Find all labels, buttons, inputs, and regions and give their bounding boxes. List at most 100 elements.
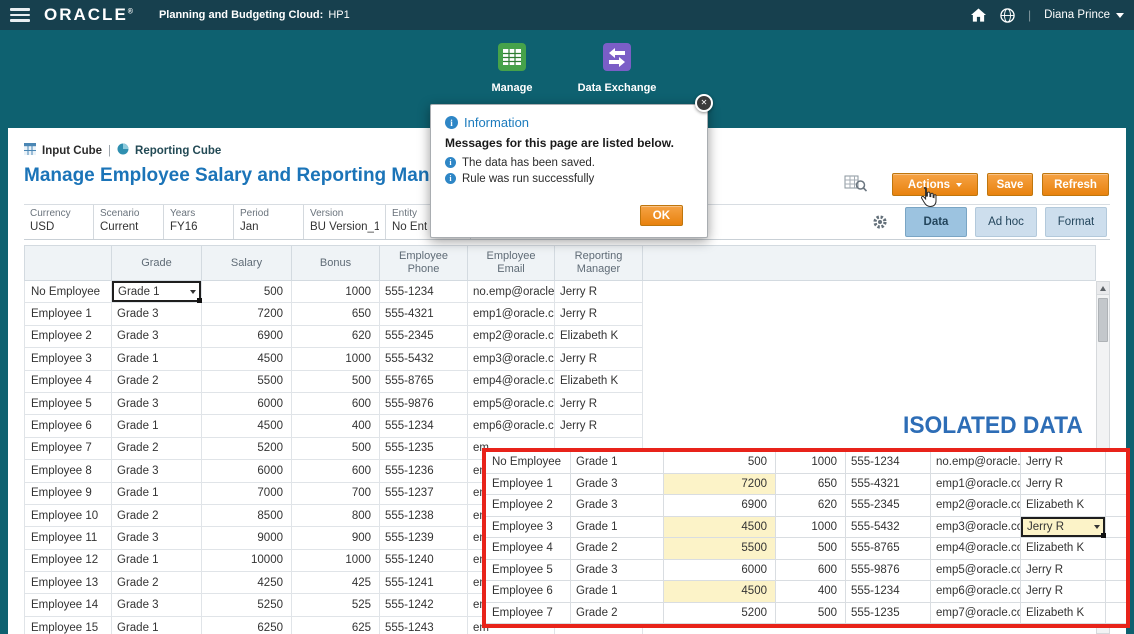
salary-cell[interactable]: 6000 [202,460,292,483]
close-icon[interactable] [695,94,713,112]
row-header-cell[interactable]: Employee 6 [24,415,112,438]
manager-cell[interactable]: Elizabeth K [555,325,643,349]
pov-member[interactable]: Version BU Version_1 [304,205,386,239]
bonus-cell[interactable]: 620 [292,325,380,349]
search-data-icon[interactable] [844,174,868,198]
manager-cell[interactable]: Jerry R [555,415,643,438]
manager-cell[interactable]: Jerry R [555,303,643,326]
save-button[interactable]: Save [987,173,1033,196]
gear-icon[interactable] [872,214,888,235]
row-header-cell[interactable]: Employee 15 [24,616,112,634]
phone-cell[interactable]: 555-1239 [380,527,468,550]
salary-cell[interactable]: 6900 [202,325,292,349]
grade-cell[interactable]: Grade 1 [112,415,202,438]
grade-cell[interactable]: Grade 1 [112,348,202,371]
grade-cell[interactable]: Grade 2 [112,504,202,528]
salary-cell[interactable]: 6000 [202,392,292,416]
grade-cell[interactable]: Grade 3 [112,527,202,550]
row-header-cell[interactable]: Employee 7 [24,437,112,461]
bonus-cell[interactable]: 1000 [292,549,380,573]
row-header-cell[interactable]: Employee 3 [24,348,112,371]
grade-cell[interactable]: Grade 1 [112,281,202,304]
manager-cell[interactable]: Elizabeth K [555,370,643,393]
salary-cell[interactable]: 6250 [202,616,292,634]
nav-item-data-exchange[interactable]: Data Exchange [567,42,667,94]
phone-cell[interactable]: 555-1236 [380,460,468,483]
phone-cell[interactable]: 555-1243 [380,616,468,634]
phone-cell[interactable]: 555-1242 [380,594,468,617]
hamburger-menu-icon[interactable] [10,5,30,25]
pov-member[interactable]: Period Jan [234,205,304,239]
phone-cell[interactable]: 555-1241 [380,572,468,595]
pov-member[interactable]: Scenario Current [94,205,164,239]
row-header-cell[interactable]: Employee 5 [24,392,112,416]
pov-member[interactable]: Years FY16 [164,205,234,239]
bonus-cell[interactable]: 500 [292,370,380,393]
nav-item-manage[interactable]: Manage [467,42,557,94]
grade-cell[interactable]: Grade 1 [112,482,202,505]
salary-cell[interactable]: 4500 [202,415,292,438]
phone-cell[interactable]: 555-1234 [380,281,468,304]
row-header-cell[interactable]: Employee 10 [24,504,112,528]
email-cell[interactable]: emp4@oracle.co [468,370,555,393]
refresh-button[interactable]: Refresh [1042,173,1109,196]
bonus-cell[interactable]: 625 [292,616,380,634]
grade-cell[interactable]: Grade 3 [112,594,202,617]
email-cell[interactable]: emp3@oracle.co [468,348,555,371]
email-cell[interactable]: emp2@oracle.co [468,325,555,349]
bonus-cell[interactable]: 1000 [292,348,380,371]
grade-cell[interactable]: Grade 3 [112,325,202,349]
grade-cell[interactable]: Grade 3 [112,392,202,416]
manager-cell[interactable]: Jerry R [555,281,643,304]
phone-cell[interactable]: 555-8765 [380,370,468,393]
row-header-cell[interactable]: Employee 8 [24,460,112,483]
scrollbar-thumb[interactable] [1098,298,1108,342]
phone-cell[interactable]: 555-2345 [380,325,468,349]
bonus-cell[interactable]: 600 [292,460,380,483]
salary-cell[interactable]: 4250 [202,572,292,595]
bonus-cell[interactable]: 400 [292,415,380,438]
view-tab[interactable]: Format [1045,207,1107,237]
row-header-cell[interactable]: Employee 13 [24,572,112,595]
phone-cell[interactable]: 555-1237 [380,482,468,505]
globe-icon[interactable] [999,7,1015,23]
salary-cell[interactable]: 4500 [202,348,292,371]
salary-cell[interactable]: 10000 [202,549,292,573]
bonus-cell[interactable]: 800 [292,504,380,528]
bonus-cell[interactable]: 900 [292,527,380,550]
phone-cell[interactable]: 555-1240 [380,549,468,573]
breadcrumb-input-cube[interactable]: Input Cube [42,145,102,157]
phone-cell[interactable]: 555-5432 [380,348,468,371]
email-cell[interactable]: emp6@oracle.co [468,415,555,438]
salary-cell[interactable]: 5250 [202,594,292,617]
row-header-cell[interactable]: Employee 14 [24,594,112,617]
ok-button[interactable]: OK [639,205,683,226]
grade-cell[interactable]: Grade 2 [112,572,202,595]
phone-cell[interactable]: 555-1238 [380,504,468,528]
row-header-cell[interactable]: Employee 2 [24,325,112,349]
bonus-cell[interactable]: 525 [292,594,380,617]
bonus-cell[interactable]: 425 [292,572,380,595]
grade-cell[interactable]: Grade 3 [112,303,202,326]
actions-button[interactable]: Actions [892,173,978,196]
email-cell[interactable]: emp5@oracle.co [468,392,555,416]
salary-cell[interactable]: 8500 [202,504,292,528]
manager-cell[interactable]: Jerry R [555,392,643,416]
row-header-cell[interactable]: Employee 12 [24,549,112,573]
phone-cell[interactable]: 555-1235 [380,437,468,461]
phone-cell[interactable]: 555-9876 [380,392,468,416]
salary-cell[interactable]: 7000 [202,482,292,505]
grade-cell[interactable]: Grade 1 [112,616,202,634]
user-menu[interactable]: Diana Prince [1044,9,1124,21]
row-header-cell[interactable]: Employee 9 [24,482,112,505]
row-header-cell[interactable]: Employee 4 [24,370,112,393]
pov-member[interactable]: Currency USD [24,205,94,239]
view-tab[interactable]: Ad hoc [975,207,1037,237]
bonus-cell[interactable]: 1000 [292,281,380,304]
salary-cell[interactable]: 9000 [202,527,292,550]
row-header-cell[interactable]: Employee 1 [24,303,112,326]
row-header-cell[interactable]: Employee 11 [24,527,112,550]
bonus-cell[interactable]: 700 [292,482,380,505]
grade-cell[interactable]: Grade 3 [112,460,202,483]
manager-cell[interactable]: Jerry R [555,348,643,371]
